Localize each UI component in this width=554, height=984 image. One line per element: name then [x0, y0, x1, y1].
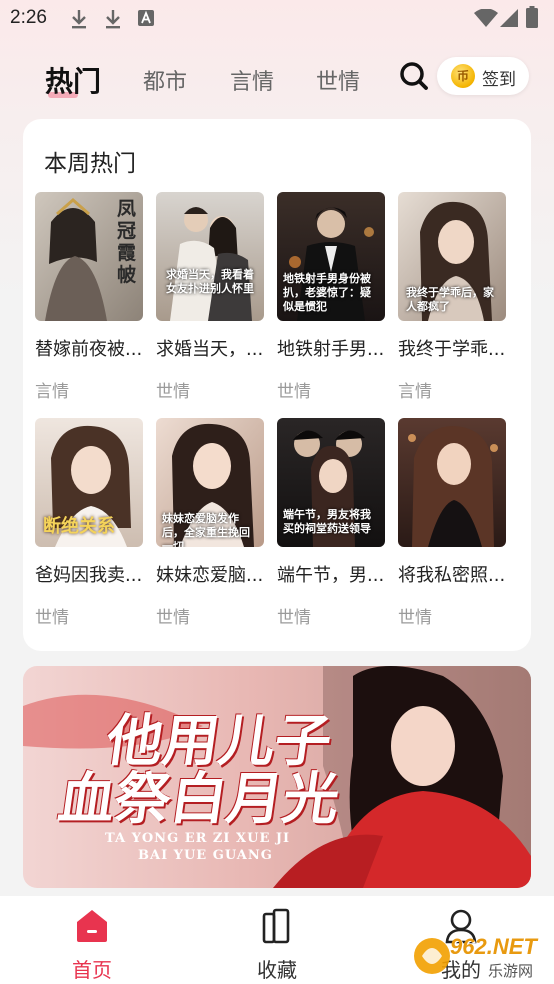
watermark-brand: 962.NET: [450, 934, 537, 959]
cover-text: 我终于学乖后，家人都疯了: [406, 286, 494, 313]
book-item[interactable]: 凤冠霞帔 替嫁前夜被... 言情: [35, 192, 143, 402]
book-cover: [398, 418, 506, 547]
bookshelf-icon: [262, 908, 290, 944]
category-tabs: 热门 都市 言情 世情 币 签到: [0, 52, 554, 108]
signin-button[interactable]: 币 签到: [437, 57, 529, 95]
book-genre: 世情: [156, 382, 190, 402]
book-cover: 断绝关系: [35, 418, 143, 547]
status-bar: 2:26: [0, 0, 554, 40]
book-cover: 妹妹恋爱脑发作后，全家重生挽回一切: [156, 418, 264, 547]
book-item[interactable]: 我终于学乖后，家人都疯了 我终于学乖... 言情: [398, 192, 506, 402]
nav-home[interactable]: 首页: [47, 904, 137, 982]
banner-title: 他用儿子 血祭白月光: [54, 708, 351, 832]
signin-label: 签到: [482, 70, 516, 90]
section-title: 本周热门: [44, 151, 136, 177]
book-genre: 世情: [277, 608, 311, 628]
book-genre: 世情: [156, 608, 190, 628]
battery-icon: [526, 6, 538, 32]
cover-text: 凤冠霞帔: [117, 198, 137, 286]
book-item[interactable]: 求婚当天，我看着女友扑进别人怀里 求婚当天，... 世情: [156, 192, 264, 402]
book-genre: 言情: [398, 382, 432, 402]
cover-text: 求婚当天，我看着女友扑进别人怀里: [166, 268, 254, 295]
book-title: 将我私密照...: [398, 565, 506, 586]
nav-favorites-label: 收藏: [257, 958, 297, 982]
book-title: 求婚当天，...: [156, 339, 264, 360]
cover-text: 断绝关系: [43, 516, 115, 537]
book-cover: 地铁射手男身份被扒，老婆惊了：疑似是惯犯: [277, 192, 385, 321]
book-item[interactable]: 端午节，男友将我买的祠堂药送领导 端午节，男... 世情: [277, 418, 385, 628]
download-icon: [104, 8, 122, 34]
cover-text: 端午节，男友将我买的祠堂药送领导: [283, 508, 371, 535]
watermark-sub: 乐游网: [488, 962, 534, 980]
tab-society[interactable]: 世情: [316, 64, 360, 96]
tab-hot[interactable]: 热门: [45, 60, 101, 100]
cover-text: 地铁射手男身份被扒，老婆惊了：疑似是惯犯: [283, 272, 371, 313]
search-button[interactable]: [396, 58, 432, 94]
banner-title-line2: 血祭白月光: [54, 766, 344, 832]
book-item[interactable]: 地铁射手男身份被扒，老婆惊了：疑似是惯犯 地铁射手男... 世情: [277, 192, 385, 402]
status-time: 2:26: [10, 7, 47, 28]
book-item[interactable]: 妹妹恋爱脑发作后，全家重生挽回一切 妹妹恋爱脑... 世情: [156, 418, 264, 628]
book-cover: 我终于学乖后，家人都疯了: [398, 192, 506, 321]
weekly-hot-section: 本周热门 凤冠霞帔 替嫁前夜被... 言情 求婚当天，我看着女友扑进别人怀里 求…: [23, 119, 531, 651]
book-genre: 世情: [277, 382, 311, 402]
book-cover: 凤冠霞帔: [35, 192, 143, 321]
book-item[interactable]: 断绝关系 爸妈因我卖... 世情: [35, 418, 143, 628]
book-genre: 世情: [398, 608, 432, 628]
nav-home-label: 首页: [72, 958, 112, 982]
signal-icon: [500, 9, 518, 31]
search-icon: [400, 62, 428, 90]
coin-icon: 币: [451, 64, 475, 88]
book-title: 地铁射手男...: [277, 339, 385, 360]
nav-favorites[interactable]: 收藏: [232, 904, 322, 982]
book-cover: 端午节，男友将我买的祠堂药送领导: [277, 418, 385, 547]
book-title: 我终于学乖...: [398, 339, 506, 360]
banner-pinyin-line1: TA YONG ER ZI XUE JI: [105, 831, 291, 846]
book-item[interactable]: 将我私密照... 世情: [398, 418, 506, 628]
cover-text: 妹妹恋爱脑发作后，全家重生挽回一切: [162, 512, 250, 547]
app-notification-icon: [138, 10, 154, 30]
book-title: 妹妹恋爱脑...: [156, 565, 264, 586]
book-genre: 言情: [35, 382, 69, 402]
book-cover: 求婚当天，我看着女友扑进别人怀里: [156, 192, 264, 321]
tab-romance[interactable]: 言情: [230, 64, 274, 96]
home-icon: [77, 910, 107, 942]
banner-pinyin-line2: BAI YUE GUANG: [138, 848, 273, 863]
banner-title-line1: 他用儿子: [102, 708, 336, 774]
book-genre: 世情: [35, 608, 69, 628]
download-icon: [70, 8, 88, 34]
tab-urban[interactable]: 都市: [143, 64, 187, 96]
site-watermark: 962.NET 乐游网: [412, 932, 550, 980]
wifi-icon: [474, 8, 498, 31]
promo-banner[interactable]: 他用儿子 血祭白月光 TA YONG ER ZI XUE JI BAI YUE …: [23, 666, 531, 888]
book-title: 替嫁前夜被...: [35, 339, 143, 360]
book-title: 爸妈因我卖...: [35, 565, 143, 586]
book-title: 端午节，男...: [277, 565, 385, 586]
